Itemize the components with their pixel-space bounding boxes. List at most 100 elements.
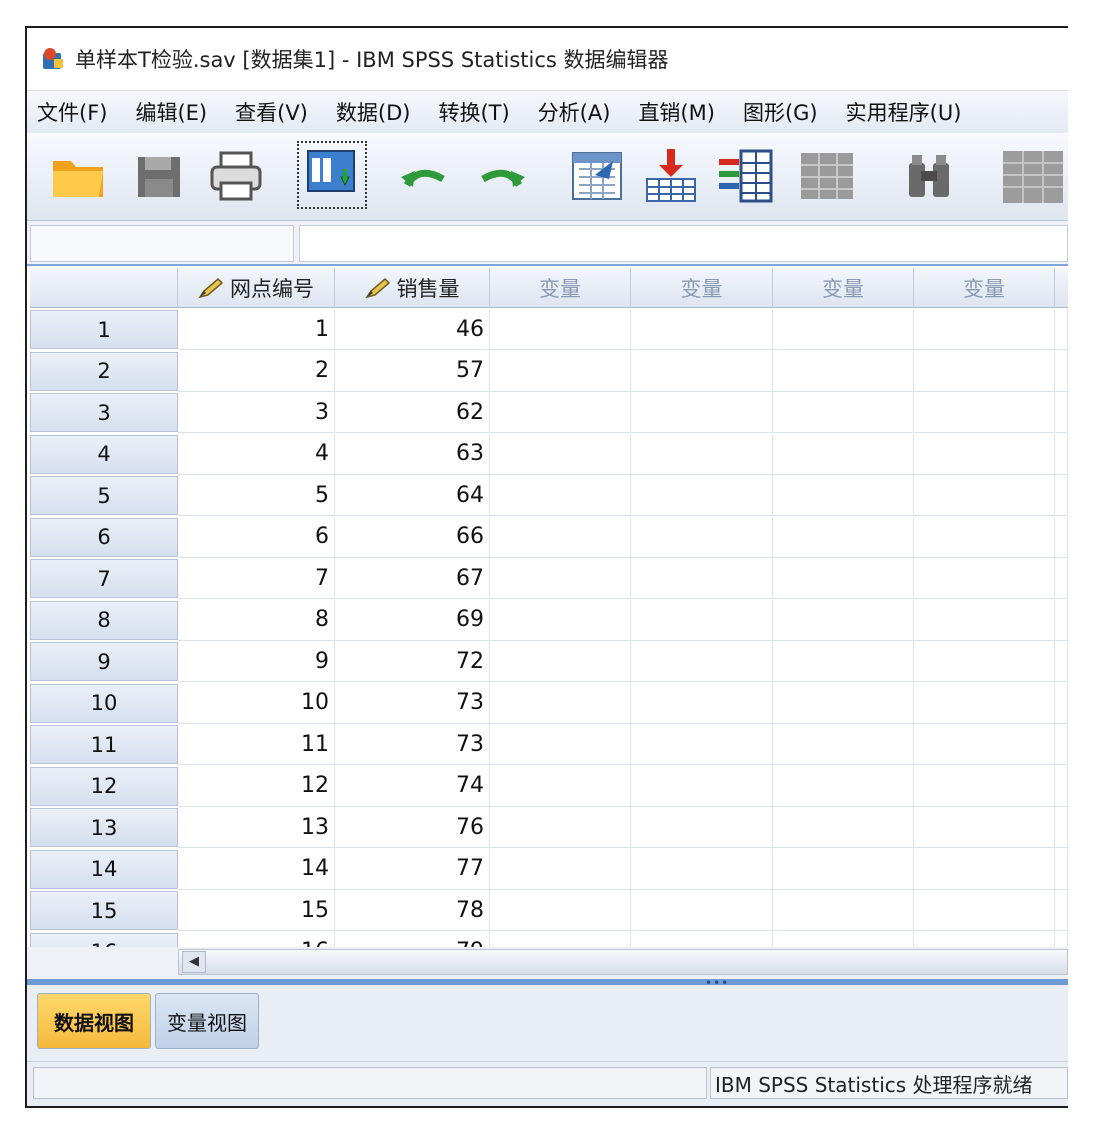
row-header[interactable]: 14 — [30, 849, 178, 889]
empty-cell[interactable] — [490, 309, 631, 350]
open-folder-icon[interactable] — [49, 147, 109, 205]
empty-cell[interactable] — [490, 475, 631, 516]
data-cell[interactable]: 8 — [178, 599, 335, 641]
row-header[interactable]: 8 — [30, 600, 178, 640]
row-header[interactable]: 11 — [30, 725, 178, 764]
empty-cell[interactable] — [914, 599, 1055, 641]
scroll-left-icon[interactable]: ◀ — [182, 951, 206, 973]
row-header[interactable]: 5 — [30, 476, 178, 515]
undo-icon[interactable] — [397, 147, 453, 205]
empty-cell[interactable] — [490, 890, 631, 931]
empty-cell[interactable] — [631, 599, 773, 641]
data-cell[interactable]: 57 — [335, 350, 490, 392]
empty-cell[interactable] — [631, 392, 773, 433]
empty-cell[interactable] — [914, 765, 1055, 807]
data-cell[interactable]: 72 — [335, 641, 490, 682]
data-cell[interactable]: 3 — [178, 392, 335, 433]
row-header[interactable]: 10 — [30, 683, 178, 723]
row-header[interactable]: 7 — [30, 559, 178, 598]
save-icon[interactable] — [133, 147, 185, 205]
row-header[interactable]: 13 — [30, 808, 178, 847]
empty-cell[interactable] — [631, 765, 773, 807]
empty-cell[interactable] — [773, 724, 914, 765]
insert-variable-icon[interactable] — [999, 147, 1068, 205]
empty-cell[interactable] — [1055, 350, 1068, 392]
data-cell[interactable]: 63 — [335, 433, 490, 475]
empty-cell[interactable] — [914, 890, 1055, 931]
column-header-var[interactable]: 变量 — [914, 268, 1055, 308]
empty-cell[interactable] — [1055, 392, 1068, 433]
data-cell[interactable]: 13 — [178, 807, 335, 848]
empty-cell[interactable] — [490, 641, 631, 682]
empty-cell[interactable] — [914, 807, 1055, 848]
recall-dialog-icon[interactable] — [297, 141, 367, 209]
data-cell[interactable]: 67 — [335, 558, 490, 599]
empty-cell[interactable] — [490, 392, 631, 433]
empty-cell[interactable] — [773, 890, 914, 931]
empty-cell[interactable] — [631, 682, 773, 724]
data-cell[interactable]: 14 — [178, 848, 335, 890]
empty-cell[interactable] — [1055, 516, 1068, 558]
empty-cell[interactable] — [914, 641, 1055, 682]
empty-cell[interactable] — [490, 682, 631, 724]
cell-value-field[interactable] — [299, 225, 1068, 262]
row-header[interactable]: 2 — [30, 351, 178, 391]
empty-cell[interactable] — [1055, 682, 1068, 724]
empty-cell[interactable] — [631, 807, 773, 848]
empty-cell[interactable] — [1055, 641, 1068, 682]
data-cell[interactable]: 1 — [178, 309, 335, 350]
data-cell[interactable]: 73 — [335, 724, 490, 765]
menu-view[interactable]: 查看(V) — [235, 97, 308, 127]
row-header[interactable]: 12 — [30, 766, 178, 806]
data-cell[interactable]: 11 — [178, 724, 335, 765]
empty-cell[interactable] — [773, 848, 914, 890]
menu-transform[interactable]: 转换(T) — [438, 97, 509, 127]
data-cell[interactable]: 4 — [178, 433, 335, 475]
goto-variable-icon[interactable] — [641, 147, 701, 205]
empty-cell[interactable] — [914, 392, 1055, 433]
empty-cell[interactable] — [914, 309, 1055, 350]
empty-cell[interactable] — [1055, 433, 1068, 475]
empty-cell[interactable] — [1055, 475, 1068, 516]
empty-cell[interactable] — [1055, 807, 1068, 848]
empty-cell[interactable] — [631, 890, 773, 931]
menu-file[interactable]: 文件(F) — [37, 97, 107, 127]
empty-cell[interactable] — [914, 848, 1055, 890]
empty-cell[interactable] — [490, 848, 631, 890]
empty-cell[interactable] — [914, 516, 1055, 558]
menu-graphs[interactable]: 图形(G) — [743, 97, 818, 127]
empty-cell[interactable] — [914, 433, 1055, 475]
empty-cell[interactable] — [631, 309, 773, 350]
empty-cell[interactable] — [490, 350, 631, 392]
row-header[interactable]: 9 — [30, 642, 178, 681]
data-cell[interactable]: 62 — [335, 392, 490, 433]
empty-cell[interactable] — [631, 724, 773, 765]
data-cell[interactable]: 15 — [178, 890, 335, 931]
row-header[interactable]: 15 — [30, 891, 178, 930]
goto-case-icon[interactable] — [567, 147, 627, 205]
data-cell[interactable]: 2 — [178, 350, 335, 392]
empty-cell[interactable] — [1055, 890, 1068, 931]
empty-cell[interactable] — [773, 558, 914, 599]
empty-cell[interactable] — [914, 475, 1055, 516]
empty-cell[interactable] — [773, 641, 914, 682]
data-cell[interactable]: 10 — [178, 682, 335, 724]
column-header-var[interactable]: 变量 — [631, 268, 773, 308]
data-cell[interactable]: 46 — [335, 309, 490, 350]
empty-cell[interactable] — [1055, 599, 1068, 641]
data-cell[interactable]: 69 — [335, 599, 490, 641]
empty-cell[interactable] — [773, 516, 914, 558]
data-cell[interactable]: 66 — [335, 516, 490, 558]
row-header[interactable]: 3 — [30, 393, 178, 432]
insert-case-icon[interactable] — [797, 147, 859, 205]
horizontal-scrollbar[interactable]: ◀ — [27, 947, 1068, 977]
empty-cell[interactable] — [773, 475, 914, 516]
column-header-sales[interactable]: 销售量 — [335, 268, 490, 308]
data-cell[interactable]: 78 — [335, 890, 490, 931]
data-cell[interactable]: 9 — [178, 641, 335, 682]
row-header[interactable]: 4 — [30, 434, 178, 474]
data-cell[interactable]: 7 — [178, 558, 335, 599]
row-header[interactable]: 1 — [30, 310, 178, 349]
cell-reference-field[interactable] — [30, 225, 294, 262]
corner-cell[interactable] — [30, 268, 178, 308]
